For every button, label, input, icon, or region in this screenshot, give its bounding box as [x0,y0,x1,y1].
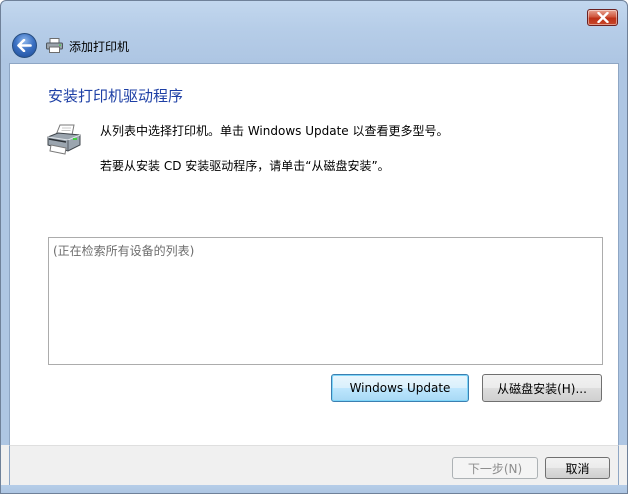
window-frame-bottom [1,485,627,493]
windows-update-button[interactable]: Windows Update [331,374,469,402]
back-arrow-icon [17,39,32,52]
printer-list[interactable]: (正在检索所有设备的列表) [48,237,603,365]
navigation-bar: 添加打印机 [1,31,627,63]
description-select-printer: 从列表中选择打印机。单击 Windows Update 以查看更多型号。 [100,124,449,138]
back-button[interactable] [12,33,37,58]
printer-icon [47,124,81,155]
page-title: 安装打印机驱动程序 [48,87,184,105]
printer-icon [46,38,63,53]
content-panel: 安装打印机驱动程序 从列表中选择打印机。单击 Windows Update 以查… [9,63,619,445]
window-title: 添加打印机 [69,40,130,54]
list-status-text: (正在检索所有设备的列表) [53,244,195,258]
have-disk-button[interactable]: 从磁盘安装(H)... [482,374,602,402]
cancel-button[interactable]: 取消 [545,457,610,479]
close-icon [596,12,609,23]
footer-button-bar: 下一步(N) 取消 [9,445,619,485]
description-install-from-disk: 若要从安装 CD 安装驱动程序，请单击“从磁盘安装”。 [100,159,390,173]
add-printer-window: 添加打印机 安装打印机驱动程序 从列表中选择打印机。单击 Windows Upd… [0,0,628,494]
footer: 下一步(N) 取消 [1,445,627,493]
close-button[interactable] [587,9,618,26]
next-button[interactable]: 下一步(N) [452,457,538,479]
